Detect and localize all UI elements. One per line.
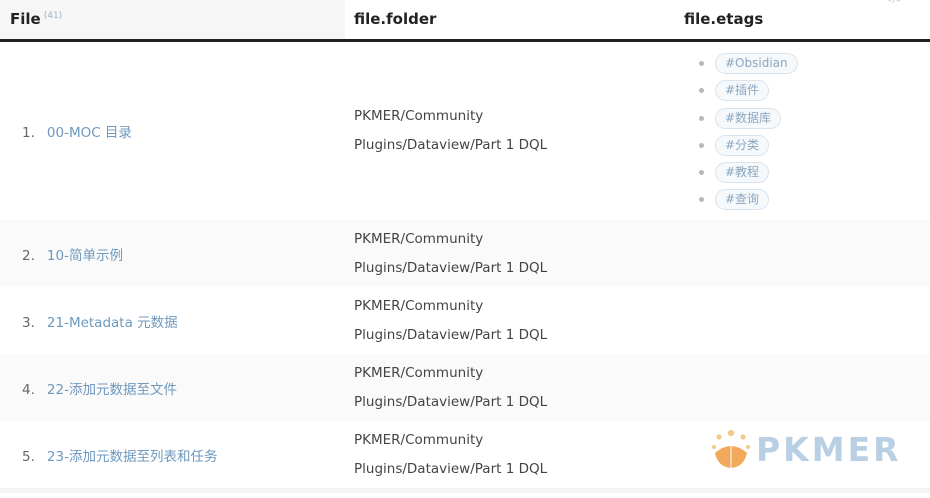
table-row-partial [0, 488, 930, 493]
bullet-icon [699, 115, 704, 121]
tag-list: #Obsidian #插件 #数据库 #分类 #教程 #查询 [684, 50, 930, 214]
tag-pill[interactable]: #数据库 [715, 107, 782, 129]
folder-path-line-2: Plugins/Dataview/Part 1 DQL [354, 326, 548, 343]
folder-cell: PKMER/Community Plugins/Dataview/Part 1 D… [345, 354, 682, 421]
file-link[interactable]: 10-简单示例 [47, 248, 123, 264]
tag-pill[interactable]: #查询 [715, 189, 770, 211]
pkmer-watermark-text: PKMER [756, 429, 902, 469]
folder-path-line-1: PKMER/Community [354, 364, 484, 381]
list-item: #插件 [684, 77, 930, 104]
folder-path-line-1: PKMER/Community [354, 297, 484, 314]
folder-path-line-1: PKMER/Community [354, 230, 484, 247]
folder-cell: PKMER/Community Plugins/Dataview/Part 1 D… [345, 40, 682, 220]
bullet-icon [699, 170, 704, 176]
folder-path-line-2: Plugins/Dataview/Part 1 DQL [354, 460, 548, 477]
list-item: #Obsidian [684, 50, 930, 77]
list-item: #分类 [684, 132, 930, 159]
etags-cell: #Obsidian #插件 #数据库 #分类 #教程 #查询 [682, 40, 930, 220]
file-cell: 4. 22-添加元数据至文件 [0, 354, 345, 421]
folder-path-line-2: Plugins/Dataview/Part 1 DQL [354, 136, 548, 153]
file-link[interactable]: 22-添加元数据至文件 [47, 382, 177, 398]
folder-cell: PKMER/Community Plugins/Dataview/Part 1 D… [345, 220, 682, 287]
file-cell: 5. 23-添加元数据至列表和任务 [0, 421, 345, 488]
folder-cell: PKMER/Community Plugins/Dataview/Part 1 D… [345, 421, 682, 488]
file-link[interactable]: 00-MOC 目录 [47, 125, 132, 141]
bullet-icon [699, 88, 704, 94]
table-row: 1. 00-MOC 目录 PKMER/Community Plugins/Datav… [0, 40, 930, 220]
bullet-icon [699, 142, 704, 148]
row-index: 4. [22, 381, 35, 398]
bullet-icon [699, 61, 704, 66]
tag-pill[interactable]: #分类 [715, 134, 770, 156]
tag-pill[interactable]: #Obsidian [715, 53, 798, 74]
pkmer-logo-icon [712, 429, 750, 468]
column-header-folder[interactable]: file.folder [345, 0, 682, 42]
file-cell: 3. 21-Metadata 元数据 [0, 287, 345, 354]
result-count: (41) [43, 11, 63, 22]
dataview-table: File (41) file.folder file.etags 1. 00-MOC… [0, 0, 930, 493]
code-block-icon[interactable]: </> [884, 0, 904, 5]
file-link[interactable]: 21-Metadata 元数据 [47, 315, 178, 331]
row-index: 2. [22, 247, 35, 264]
folder-path-line-2: Plugins/Dataview/Part 1 DQL [354, 259, 548, 276]
pkmer-watermark: PKMER [708, 426, 902, 472]
folder-path-line-2: Plugins/Dataview/Part 1 DQL [354, 393, 548, 410]
folder-cell: PKMER/Community Plugins/Dataview/Part 1 D… [345, 287, 682, 354]
row-index: 3. [22, 314, 35, 331]
tag-pill[interactable]: #教程 [715, 162, 770, 184]
column-header-file-label: File [10, 10, 41, 29]
etags-cell [682, 287, 930, 354]
row-index: 1. [22, 124, 35, 141]
folder-path-line-1: PKMER/Community [354, 431, 484, 448]
tag-pill[interactable]: #插件 [715, 80, 770, 102]
file-cell: 2. 10-简单示例 [0, 220, 345, 287]
list-item: #查询 [684, 186, 930, 213]
column-header-file[interactable]: File (41) [0, 0, 345, 42]
table-row: 4. 22-添加元数据至文件 PKMER/Community Plugins/Dat… [0, 354, 930, 421]
list-item: #教程 [684, 159, 930, 186]
table-row: 2. 10-简单示例 PKMER/Community Plugins/Datavie… [0, 220, 930, 287]
etags-cell [682, 220, 930, 287]
folder-path-line-1: PKMER/Community [354, 107, 484, 124]
bullet-icon [699, 197, 704, 203]
row-index: 5. [22, 448, 35, 465]
table-row: 3. 21-Metadata 元数据 PKMER/Community Plugins… [0, 287, 930, 354]
table-header-row: File (41) file.folder file.etags [0, 0, 930, 42]
list-item: #数据库 [684, 104, 930, 131]
column-header-etags[interactable]: file.etags [682, 0, 930, 42]
etags-cell [682, 354, 930, 421]
file-link[interactable]: 23-添加元数据至列表和任务 [47, 449, 218, 465]
file-cell: 1. 00-MOC 目录 [0, 40, 345, 220]
